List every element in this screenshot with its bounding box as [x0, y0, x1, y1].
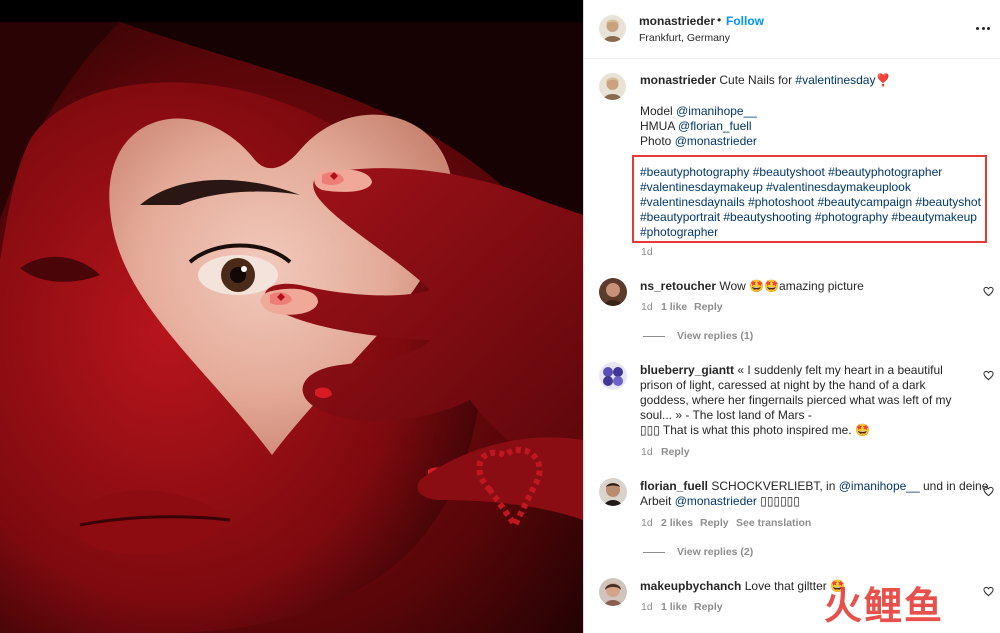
- follow-button[interactable]: Follow: [726, 14, 764, 28]
- reply-button[interactable]: Reply: [700, 517, 729, 529]
- comment-body: florian_fuell SCHOCKVERLIEBT, in @imanih…: [640, 479, 988, 494]
- comment-text: ▯▯▯ That is what this photo inspired me.…: [640, 423, 870, 437]
- commenter-avatar[interactable]: [599, 578, 627, 606]
- comment-text: ▯▯▯▯▯▯: [760, 494, 800, 508]
- view-replies-button[interactable]: View replies (2): [643, 546, 753, 558]
- comment-text: und in deine: [923, 479, 989, 493]
- hashtag-line[interactable]: #valentinesdaymakeup #valentinesdaymakeu…: [640, 180, 911, 195]
- brand-watermark: 火鲤鱼: [824, 584, 945, 628]
- comment-body: ns_retoucher Wow 🤩🤩amazing picture: [640, 279, 864, 294]
- comment-time[interactable]: 1d: [641, 517, 653, 529]
- commenter-username[interactable]: blueberry_giantt: [640, 363, 734, 377]
- commenter-username[interactable]: ns_retoucher: [640, 279, 716, 293]
- comment-likes[interactable]: 1 like: [661, 301, 687, 313]
- caption-text: Cute Nails for: [719, 73, 793, 87]
- comment-mention[interactable]: @imanihope__: [839, 479, 920, 493]
- reply-button[interactable]: Reply: [661, 446, 690, 458]
- author-avatar[interactable]: [599, 15, 626, 42]
- comment-time[interactable]: 1d: [641, 601, 653, 613]
- comment-body: blueberry_giantt « I suddenly felt my he…: [640, 363, 943, 378]
- comment-text: « I suddenly felt my heart in a beautifu…: [737, 363, 943, 377]
- comment-text: goddess, where her fingernails pierced w…: [640, 393, 952, 407]
- commenter-avatar[interactable]: [599, 362, 627, 390]
- comment-body-line2: Arbeit @monastrieder ▯▯▯▯▯▯: [640, 494, 800, 509]
- like-heart-icon[interactable]: [983, 486, 994, 497]
- mention-photo[interactable]: @monastrieder: [675, 134, 757, 148]
- caption-first-line: monastrieder Cute Nails for #valentinesd…: [640, 73, 890, 88]
- hashtag-line[interactable]: #valentinesdaynails #photoshoot #beautyc…: [640, 195, 981, 210]
- commenter-avatar[interactable]: [599, 278, 627, 306]
- mention-model[interactable]: @imanihope__: [676, 104, 757, 118]
- hashtag-valentinesday[interactable]: #valentinesday: [795, 73, 875, 87]
- post-header: monastrieder • Follow Frankfurt, Germany: [584, 0, 1000, 59]
- credit-hmua: HMUA @florian_fuell: [640, 119, 752, 133]
- comment-mention[interactable]: @monastrieder: [675, 494, 757, 508]
- like-heart-icon[interactable]: [983, 370, 994, 381]
- heart-exclamation-emoji: ❣️: [875, 73, 891, 87]
- post-sidebar: monastrieder • Follow Frankfurt, Germany…: [583, 0, 1000, 633]
- post-location[interactable]: Frankfurt, Germany: [639, 32, 730, 44]
- see-translation-button[interactable]: See translation: [736, 517, 811, 529]
- post-photo[interactable]: [0, 0, 583, 633]
- portrait-image: [0, 0, 583, 633]
- comment-time[interactable]: 1d: [641, 301, 653, 313]
- commenter-username[interactable]: florian_fuell: [640, 479, 708, 493]
- comment-body: makeupbychanch Love that giltter 🤩: [640, 579, 845, 594]
- credit-photo: Photo @monastrieder: [640, 134, 757, 148]
- reply-button[interactable]: Reply: [694, 601, 723, 613]
- comment-text: prison of light, caressed at night by th…: [640, 378, 926, 392]
- commenter-username[interactable]: makeupbychanch: [640, 579, 741, 593]
- caption-timestamp[interactable]: 1d: [641, 246, 653, 258]
- replies-divider: [643, 551, 665, 553]
- comment-text: soul... » - The lost land of Mars -: [640, 408, 812, 422]
- separator-dot: •: [717, 13, 722, 27]
- author-username[interactable]: monastrieder: [639, 14, 715, 28]
- comment-text: Arbeit: [640, 494, 672, 508]
- mention-hmua[interactable]: @florian_fuell: [678, 119, 752, 133]
- credit-model: Model @imanihope__: [640, 104, 757, 118]
- comment-time[interactable]: 1d: [641, 446, 653, 458]
- comment-text: SCHOCKVERLIEBT, in: [711, 479, 836, 493]
- commenter-avatar[interactable]: [599, 478, 627, 506]
- more-options-icon[interactable]: [973, 18, 993, 38]
- caption-username[interactable]: monastrieder: [640, 73, 716, 87]
- comment-likes[interactable]: 1 like: [661, 601, 687, 613]
- hashtag-line[interactable]: #photographer: [640, 225, 718, 240]
- caption-avatar[interactable]: [599, 73, 626, 100]
- hashtag-line[interactable]: #beautyportrait #beautyshooting #photogr…: [640, 210, 977, 225]
- view-replies-button[interactable]: View replies (1): [643, 330, 753, 342]
- reply-button[interactable]: Reply: [694, 301, 723, 313]
- like-heart-icon[interactable]: [983, 586, 994, 597]
- comment-likes[interactable]: 2 likes: [661, 517, 693, 529]
- comment-text: Wow 🤩🤩amazing picture: [719, 279, 864, 293]
- hashtag-line[interactable]: #beautyphotography #beautyshoot #beautyp…: [640, 165, 942, 180]
- like-heart-icon[interactable]: [983, 286, 994, 297]
- replies-divider: [643, 335, 665, 337]
